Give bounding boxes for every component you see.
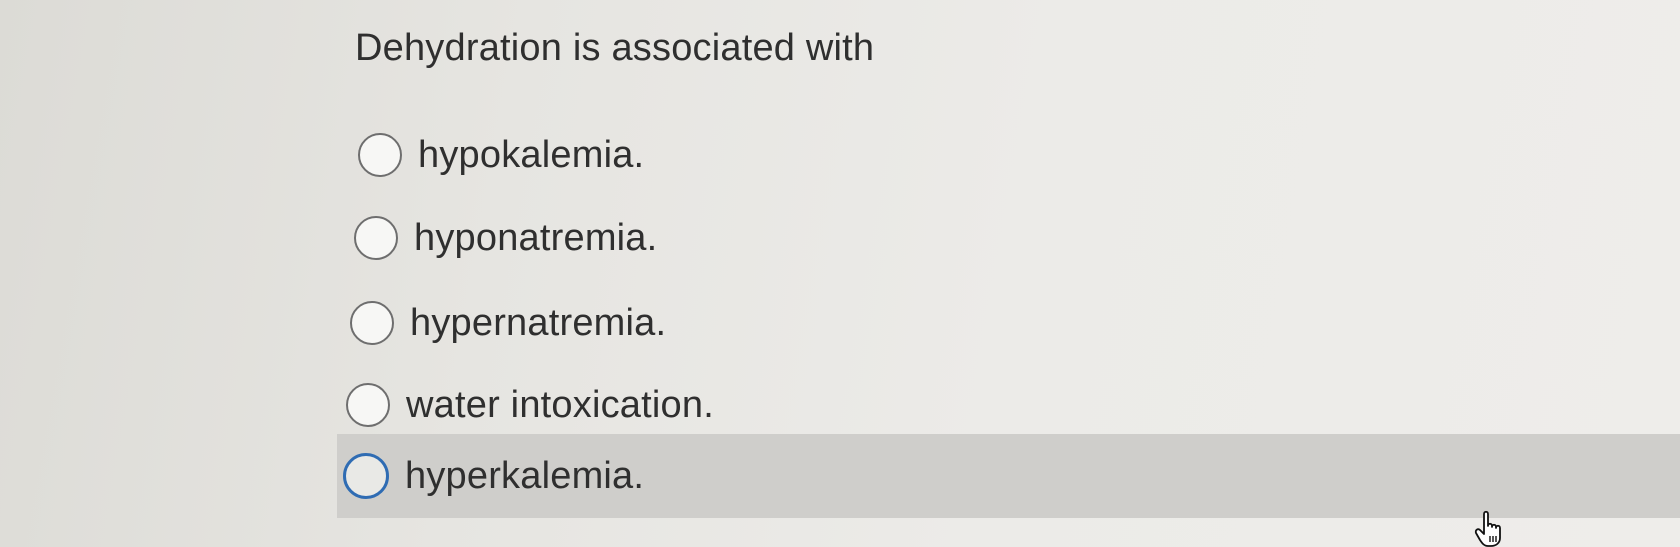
radio-button-icon[interactable]	[354, 216, 398, 260]
option-hypokalemia[interactable]: hypokalemia.	[358, 120, 644, 190]
option-label: hyponatremia.	[414, 216, 658, 259]
option-hypernatremia[interactable]: hypernatremia.	[350, 288, 666, 358]
option-label: water intoxication.	[406, 383, 714, 426]
radio-button-icon[interactable]	[358, 133, 402, 177]
option-label: hypokalemia.	[418, 133, 645, 176]
option-water-intoxication[interactable]: water intoxication.	[346, 370, 714, 440]
option-hyperkalemia[interactable]: hyperkalemia.	[337, 434, 1680, 518]
option-label: hyperkalemia.	[405, 454, 645, 497]
radio-button-icon[interactable]	[346, 383, 390, 427]
hand-pointer-icon	[1474, 510, 1501, 547]
option-hyponatremia[interactable]: hyponatremia.	[354, 203, 657, 273]
answer-options: hypokalemia. hyponatremia. hypernatremia…	[0, 0, 1680, 547]
radio-button-icon[interactable]	[350, 301, 394, 345]
radio-button-icon[interactable]	[343, 453, 389, 499]
option-label: hypernatremia.	[410, 301, 667, 344]
